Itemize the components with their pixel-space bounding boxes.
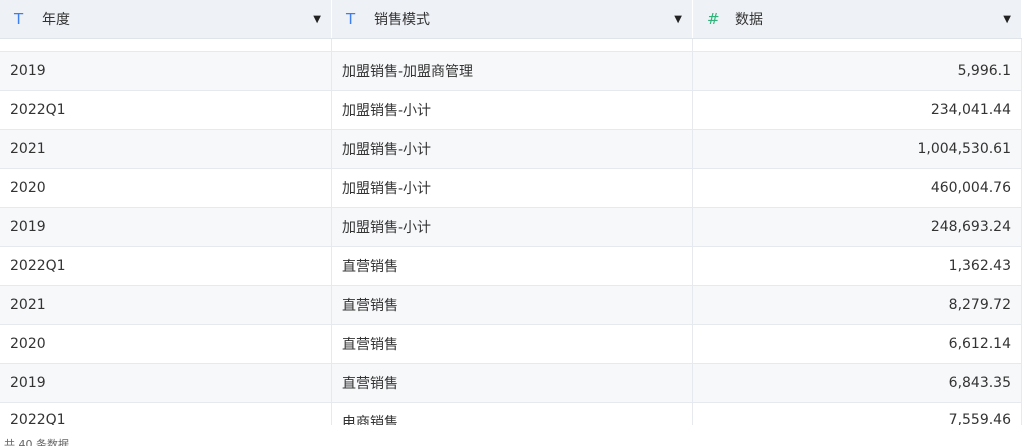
year-cell: 2019 — [0, 208, 332, 246]
year-cell: 2021 — [0, 286, 332, 324]
table-row-partial-top — [0, 39, 1022, 52]
column-header-label: 数据 — [735, 12, 763, 28]
column-header-data[interactable]: # 数据 ▼ — [693, 0, 1022, 38]
year-cell: 2022Q1 — [0, 247, 332, 285]
table-cell — [0, 39, 332, 51]
value-cell: 248,693.24 — [693, 208, 1022, 246]
table-row[interactable]: 2022Q1 电商销售 7,559.46 — [0, 403, 1022, 425]
year-cell: 2021 — [0, 130, 332, 168]
year-cell: 2020 — [0, 325, 332, 363]
value-cell: 234,041.44 — [693, 91, 1022, 129]
table-cell — [332, 39, 693, 51]
text-type-icon: T — [346, 10, 356, 28]
value-cell: 5,996.1 — [693, 52, 1022, 90]
year-cell: 2022Q1 — [0, 403, 332, 425]
table-row[interactable]: 2019 加盟销售-加盟商管理 5,996.1 — [0, 52, 1022, 91]
value-cell: 8,279.72 — [693, 286, 1022, 324]
column-header-year[interactable]: T 年度 ▼ — [0, 0, 332, 38]
value-cell: 6,843.35 — [693, 364, 1022, 402]
year-cell: 2019 — [0, 364, 332, 402]
sales-mode-cell: 加盟销售-小计 — [332, 208, 693, 246]
table-row[interactable]: 2020 直营销售 6,612.14 — [0, 325, 1022, 364]
table-row[interactable]: 2019 加盟销售-小计 248,693.24 — [0, 208, 1022, 247]
value-cell: 460,004.76 — [693, 169, 1022, 207]
data-grid: T 年度 ▼ T 销售模式 ▼ # 数据 ▼ 2019 加盟销售-加盟商管理 5… — [0, 0, 1022, 425]
sales-mode-cell: 加盟销售-小计 — [332, 130, 693, 168]
text-type-icon: T — [14, 10, 24, 28]
table-row[interactable]: 2021 加盟销售-小计 1,004,530.61 — [0, 130, 1022, 169]
table-row[interactable]: 2022Q1 加盟销售-小计 234,041.44 — [0, 91, 1022, 130]
sales-mode-cell: 直营销售 — [332, 364, 693, 402]
sales-mode-cell: 加盟销售-小计 — [332, 169, 693, 207]
table-cell — [693, 39, 1022, 51]
value-cell: 1,004,530.61 — [693, 130, 1022, 168]
sales-mode-cell: 电商销售 — [332, 403, 693, 425]
caret-down-icon[interactable]: ▼ — [313, 14, 321, 25]
caret-down-icon[interactable]: ▼ — [1003, 14, 1011, 25]
sales-mode-cell: 直营销售 — [332, 247, 693, 285]
year-cell: 2022Q1 — [0, 91, 332, 129]
sales-mode-cell: 直营销售 — [332, 286, 693, 324]
year-cell: 2019 — [0, 52, 332, 90]
sales-mode-cell: 直营销售 — [332, 325, 693, 363]
table-header: T 年度 ▼ T 销售模式 ▼ # 数据 ▼ — [0, 0, 1022, 39]
table-row[interactable]: 2022Q1 直营销售 1,362.43 — [0, 247, 1022, 286]
value-cell: 7,559.46 — [693, 403, 1022, 425]
table-row[interactable]: 2019 直营销售 6,843.35 — [0, 364, 1022, 403]
column-header-sales-mode[interactable]: T 销售模式 ▼ — [332, 0, 693, 38]
sales-mode-cell: 加盟销售-加盟商管理 — [332, 52, 693, 90]
column-header-label: 销售模式 — [374, 12, 430, 28]
caret-down-icon[interactable]: ▼ — [674, 14, 682, 25]
table-body: 2019 加盟销售-加盟商管理 5,996.1 2022Q1 加盟销售-小计 2… — [0, 52, 1022, 425]
column-header-label: 年度 — [42, 12, 70, 28]
table-row[interactable]: 2020 加盟销售-小计 460,004.76 — [0, 169, 1022, 208]
table-row[interactable]: 2021 直营销售 8,279.72 — [0, 286, 1022, 325]
number-type-icon: # — [707, 10, 720, 28]
sales-mode-cell: 加盟销售-小计 — [332, 91, 693, 129]
year-cell: 2020 — [0, 169, 332, 207]
value-cell: 6,612.14 — [693, 325, 1022, 363]
table-footer-count: 共 40 条数据 — [4, 438, 69, 446]
value-cell: 1,362.43 — [693, 247, 1022, 285]
